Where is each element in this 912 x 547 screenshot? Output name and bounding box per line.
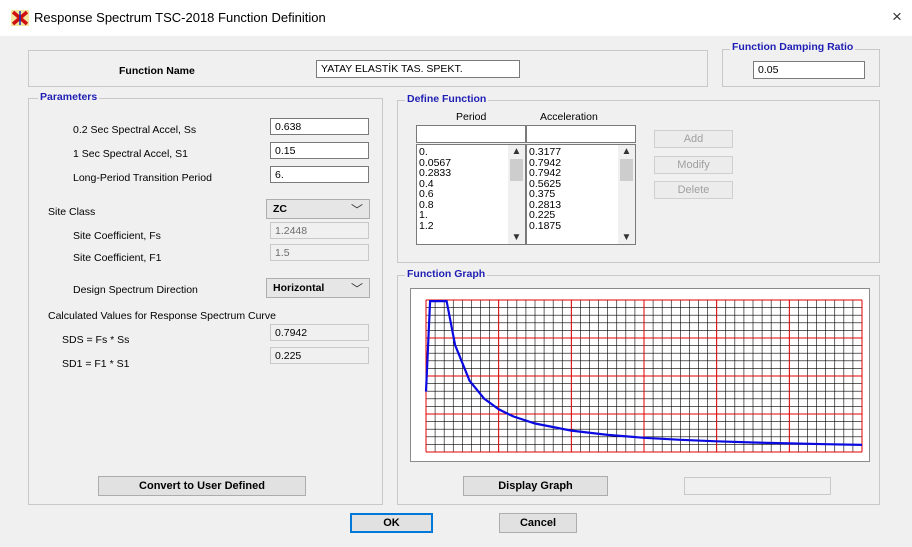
delete-button[interactable]: Delete [654,181,733,199]
title-bar: Response Spectrum TSC-2018 Function Defi… [0,0,912,36]
fs-value: 1.2448 [270,222,369,239]
s1-input[interactable]: 0.15 [270,142,369,159]
site-class-select[interactable]: ZC ﹀ [266,199,370,219]
f1-value: 1.5 [270,244,369,261]
chevron-up-icon[interactable]: ▲ [508,145,525,158]
period-header: Period [456,111,487,123]
function-name-input[interactable]: YATAY ELASTİK TAS. SPEKT. [316,60,520,78]
tl-label: Long-Period Transition Period [73,172,212,184]
cancel-button[interactable]: Cancel [499,513,577,533]
chevron-down-icon: ﹀ [350,282,363,296]
acceleration-entry-input[interactable] [526,125,636,143]
acceleration-list-scrollbar[interactable]: ▲ ▼ [618,145,635,244]
chevron-down-icon[interactable]: ▼ [618,231,635,244]
close-icon[interactable]: × [892,7,902,27]
direction-label: Design Spectrum Direction [73,284,198,296]
window-title: Response Spectrum TSC-2018 Function Defi… [34,10,326,25]
modify-button[interactable]: Modify [654,156,733,174]
chevron-down-icon[interactable]: ▼ [508,231,525,244]
period-list-scrollbar[interactable]: ▲ ▼ [508,145,525,244]
ok-button[interactable]: OK [350,513,433,533]
site-class-value: ZC [273,203,287,215]
sds-label: SDS = Fs * Ss [62,334,130,346]
add-button[interactable]: Add [654,130,733,148]
acceleration-header: Acceleration [540,111,598,123]
function-name-label: Function Name [119,65,195,77]
f1-label: Site Coefficient, F1 [73,252,162,264]
sd1-label: SD1 = F1 * S1 [62,358,130,370]
define-function-label: Define Function [405,93,489,105]
tl-input[interactable]: 6. [270,166,369,183]
damping-label: Function Damping Ratio [730,41,856,53]
site-class-label: Site Class [48,206,96,218]
ss-input[interactable]: 0.638 [270,118,369,135]
parameters-label: Parameters [38,91,100,103]
direction-select[interactable]: Horizontal ﹀ [266,278,370,298]
sd1-value: 0.225 [270,347,369,364]
scroll-thumb[interactable] [620,159,633,181]
calc-values-label: Calculated Values for Response Spectrum … [48,310,277,322]
scroll-thumb[interactable] [510,159,523,181]
damping-input[interactable]: 0.05 [753,61,865,79]
dialog-window: Response Spectrum TSC-2018 Function Defi… [0,0,912,547]
ss-label: 0.2 Sec Spectral Accel, Ss [73,124,197,136]
app-logo-icon [11,10,29,26]
response-spectrum-chart [424,299,863,453]
chevron-up-icon[interactable]: ▲ [618,145,635,158]
graph-status-field [684,477,831,495]
acceleration-list[interactable]: 0.3177 0.7942 0.7942 0.5625 0.375 0.2813… [526,144,636,245]
graph-frame [410,288,870,462]
s1-label: 1 Sec Spectral Accel, S1 [73,148,188,160]
function-graph-label: Function Graph [405,268,488,280]
fs-label: Site Coefficient, Fs [73,230,161,242]
convert-to-user-defined-button[interactable]: Convert to User Defined [98,476,306,496]
display-graph-button[interactable]: Display Graph [463,476,608,496]
sds-value: 0.7942 [270,324,369,341]
period-entry-input[interactable] [416,125,526,143]
chevron-down-icon: ﹀ [350,203,363,217]
direction-value: Horizontal [273,282,325,294]
period-list[interactable]: 0. 0.0567 0.2833 0.4 0.6 0.8 1. 1.2 ▲ ▼ [416,144,526,245]
